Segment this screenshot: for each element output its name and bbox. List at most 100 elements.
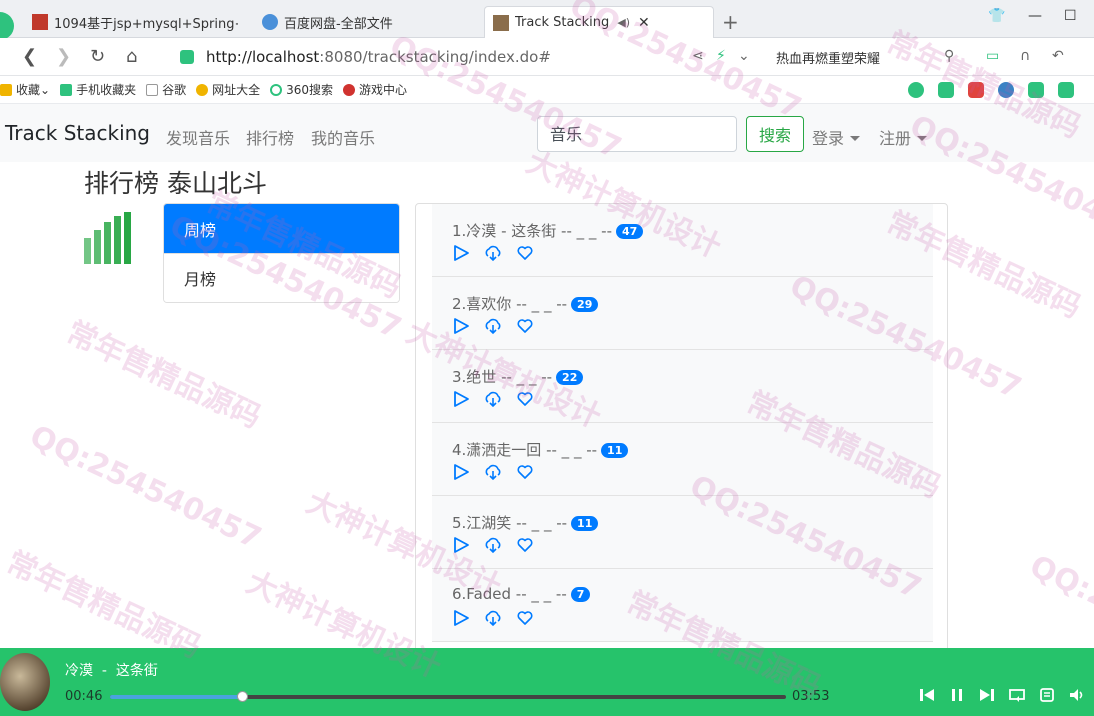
favorite-heart-icon[interactable] (516, 536, 534, 554)
360-icon (270, 83, 283, 96)
download-icon[interactable] (484, 317, 502, 335)
play-icon[interactable] (452, 536, 470, 554)
song-row: 1.冷漠 - 这条街 -- _ _ -- 47 (432, 204, 933, 277)
tab-3-active[interactable]: Track Stacking ◀) ✕ (484, 6, 714, 38)
share-icon[interactable]: ⋖ (692, 48, 704, 64)
tab-monthly[interactable]: 月榜 (164, 253, 399, 302)
url-path: :8080/trackstacking/index.do# (319, 48, 551, 66)
favorite-heart-icon[interactable] (516, 390, 534, 408)
caret-down-icon (850, 136, 861, 141)
music-player: 冷漠 - 这条街 00:46 03:53 (0, 648, 1094, 716)
progress-bar[interactable] (110, 691, 786, 702)
song-title[interactable]: 1.冷漠 - 这条街 -- _ _ -- 47 (452, 220, 644, 241)
search-button[interactable]: 搜索 (746, 116, 804, 152)
play-icon[interactable] (452, 244, 470, 262)
minimize-button[interactable]: — (1028, 8, 1042, 24)
bookmark-web-directory[interactable]: 网址大全 (196, 81, 260, 98)
play-count-badge: 11 (571, 516, 599, 531)
download-icon[interactable] (484, 244, 502, 262)
favorite-heart-icon[interactable] (516, 463, 534, 481)
bookmark-google[interactable]: 谷歌 (146, 81, 186, 98)
headphones-icon[interactable]: ∩ (1020, 48, 1030, 64)
pause-icon[interactable] (948, 686, 966, 704)
song-title[interactable]: 5.江湖笑 -- _ _ -- 11 (452, 512, 599, 533)
scissors-icon[interactable] (968, 82, 984, 98)
play-count-badge: 11 (601, 443, 629, 458)
news-headline[interactable]: 热血再燃重塑荣耀 (776, 48, 880, 67)
page-icon (146, 83, 159, 96)
bookmark-game-center[interactable]: 游戏中心 (343, 81, 407, 98)
favorite-heart-icon[interactable] (516, 317, 534, 335)
tab-weekly[interactable]: 周榜 (164, 204, 399, 253)
download-icon[interactable] (484, 536, 502, 554)
url-field[interactable]: http://localhost:8080/trackstacking/inde… (180, 43, 760, 71)
phone-icon (60, 83, 73, 96)
address-bar: ❮ ❯ ↻ ⌂ http://localhost:8080/trackstack… (0, 38, 1094, 76)
song-title[interactable]: 3.绝世 -- _ _ -- 22 (452, 366, 584, 387)
song-title[interactable]: 4.潇洒走一回 -- _ _ -- 11 (452, 439, 629, 460)
extension-icon[interactable] (908, 82, 924, 98)
download-icon[interactable] (484, 609, 502, 627)
bookmark-mobile[interactable]: 手机收藏夹 (60, 81, 136, 98)
browser-tab-strip: 1094基于jsp+mysql+Spring+r 百度网盘-全部文件 Track… (0, 0, 1094, 40)
song-actions (452, 390, 534, 408)
tab-favicon-icon (32, 14, 48, 30)
search-icon[interactable]: ⚲ (944, 48, 954, 64)
volume-icon[interactable] (1068, 686, 1086, 704)
nav-my-music[interactable]: 我的音乐 (311, 125, 375, 149)
extension-icons (908, 82, 1074, 98)
nav-ranking[interactable]: 排行榜 (246, 125, 294, 149)
download-icon[interactable] (484, 463, 502, 481)
bookmark-favorites[interactable]: 收藏 ⌄ (0, 81, 50, 98)
play-icon[interactable] (452, 463, 470, 481)
next-icon[interactable] (978, 686, 996, 704)
gamepad-icon[interactable] (1028, 82, 1044, 98)
total-time: 03:53 (792, 689, 830, 704)
tab-2[interactable]: 百度网盘-全部文件 (254, 6, 476, 38)
favorite-heart-icon[interactable] (516, 244, 534, 262)
download-icon[interactable] (484, 390, 502, 408)
register-dropdown[interactable]: 注册 (879, 125, 928, 149)
forward-icon[interactable]: ❯ (56, 46, 71, 67)
battery-icon: ▭ (986, 48, 1000, 64)
song-actions (452, 463, 534, 481)
tab-title: Track Stacking (515, 15, 610, 30)
play-icon[interactable] (452, 317, 470, 335)
progress-handle[interactable] (236, 691, 248, 702)
skin-icon[interactable]: 👕 (988, 8, 1005, 24)
reload-icon[interactable]: ↻ (90, 46, 105, 67)
player-controls (918, 686, 1086, 704)
undo-icon[interactable]: ↶ (1052, 48, 1064, 64)
play-icon[interactable] (452, 609, 470, 627)
home-icon[interactable]: ⌂ (126, 46, 137, 67)
play-icon[interactable] (452, 390, 470, 408)
repeat-icon[interactable] (1008, 686, 1026, 704)
browser-logo-icon (0, 12, 14, 40)
chevron-down-icon[interactable]: ⌄ (738, 48, 750, 64)
now-playing-title: 冷漠 - 这条街 (65, 663, 158, 679)
song-title[interactable]: 2.喜欢你 -- _ _ -- 29 (452, 293, 599, 314)
previous-icon[interactable] (918, 686, 936, 704)
bookmark-360-search[interactable]: 360搜索 (270, 81, 333, 98)
extension-icon[interactable] (938, 82, 954, 98)
lightning-icon[interactable]: ⚡ (716, 48, 726, 64)
site-brand[interactable]: Track Stacking (5, 121, 150, 145)
play-count-badge: 22 (556, 370, 584, 385)
login-dropdown[interactable]: 登录 (812, 125, 861, 149)
play-count-badge: 47 (615, 224, 644, 239)
song-title[interactable]: 6.Faded -- _ _ -- 7 (452, 585, 591, 603)
close-tab-icon[interactable]: ✕ (638, 15, 650, 31)
search-input[interactable] (537, 116, 737, 152)
maximize-button[interactable]: ☐ (1064, 8, 1077, 24)
shield-icon[interactable] (1058, 82, 1074, 98)
playlist-icon[interactable] (1038, 686, 1056, 704)
tab-1[interactable]: 1094基于jsp+mysql+Spring+r (24, 6, 246, 38)
album-cover[interactable] (0, 653, 50, 711)
new-tab-button[interactable]: + (722, 10, 739, 34)
back-icon[interactable]: ❮ (22, 46, 37, 67)
tab-favicon-icon (493, 14, 509, 31)
speaker-icon[interactable]: ◀) (617, 16, 630, 29)
favorite-heart-icon[interactable] (516, 609, 534, 627)
nav-discover-music[interactable]: 发现音乐 (166, 125, 230, 149)
magnifier-icon[interactable] (998, 82, 1014, 98)
